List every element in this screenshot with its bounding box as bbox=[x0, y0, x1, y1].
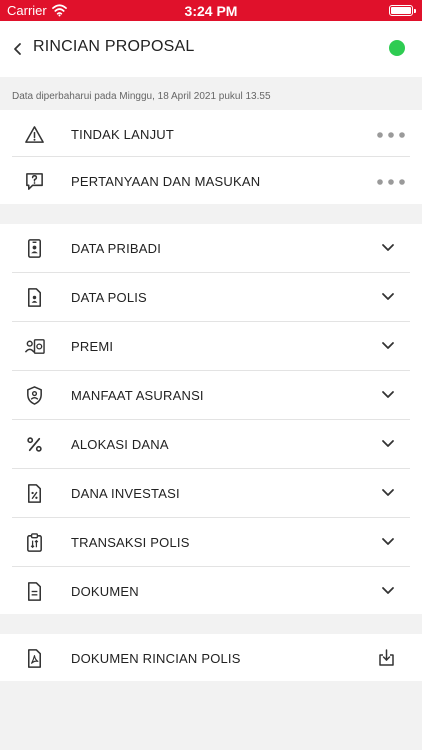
section-label: MANFAAT ASURANSI bbox=[71, 388, 204, 403]
section-manfaat-asuransi[interactable]: MANFAAT ASURANSI bbox=[0, 371, 422, 420]
chevron-down-icon[interactable] bbox=[381, 488, 395, 498]
chevron-down-icon[interactable] bbox=[381, 586, 395, 596]
chevron-down-icon[interactable] bbox=[381, 439, 395, 449]
download-group: DOKUMEN RINCIAN POLIS bbox=[0, 634, 422, 681]
download-label: DOKUMEN RINCIAN POLIS bbox=[71, 651, 241, 666]
action-items-group: TINDAK LANJUT PERTANYAAN DAN MASUKAN bbox=[0, 110, 422, 204]
percent-icon bbox=[27, 437, 42, 452]
status-indicator-dot bbox=[389, 40, 405, 56]
action-item-label: TINDAK LANJUT bbox=[71, 127, 175, 142]
last-updated-text: Data diperbaharui pada Minggu, 18 April … bbox=[12, 91, 271, 102]
more-options-icon[interactable] bbox=[377, 179, 405, 185]
question-bubble-icon bbox=[26, 173, 43, 190]
download-icon[interactable] bbox=[378, 649, 395, 667]
section-premi[interactable]: PREMI bbox=[0, 322, 422, 371]
warning-icon bbox=[25, 126, 44, 143]
back-chevron-icon[interactable] bbox=[10, 39, 26, 59]
status-time: 3:24 PM bbox=[184, 3, 238, 19]
navigation-bar: RINCIAN PROPOSAL bbox=[0, 21, 422, 77]
shield-person-icon bbox=[27, 386, 42, 405]
premium-icon bbox=[24, 339, 45, 354]
section-label: TRANSAKSI POLIS bbox=[71, 535, 190, 550]
clipboard-transaction-icon bbox=[27, 533, 42, 552]
chevron-down-icon[interactable] bbox=[381, 390, 395, 400]
pdf-icon bbox=[28, 649, 41, 668]
section-transaksi-polis[interactable]: TRANSAKSI POLIS bbox=[0, 518, 422, 567]
chevron-down-icon[interactable] bbox=[381, 243, 395, 253]
section-data-polis[interactable]: DATA POLIS bbox=[0, 273, 422, 322]
chevron-down-icon[interactable] bbox=[381, 341, 395, 351]
investment-document-icon bbox=[28, 484, 41, 503]
id-card-icon bbox=[28, 239, 41, 258]
chevron-down-icon[interactable] bbox=[381, 537, 395, 547]
section-dana-investasi[interactable]: DANA INVESTASI bbox=[0, 469, 422, 518]
section-label: PREMI bbox=[71, 339, 114, 354]
section-label: DATA PRIBADI bbox=[71, 241, 162, 256]
section-label: DATA POLIS bbox=[71, 290, 147, 305]
action-item-tindak-lanjut[interactable]: TINDAK LANJUT bbox=[0, 110, 422, 157]
section-alokasi-dana[interactable]: ALOKASI DANA bbox=[0, 420, 422, 469]
section-label: ALOKASI DANA bbox=[71, 437, 169, 452]
action-item-label: PERTANYAAN DAN MASUKAN bbox=[71, 174, 261, 189]
section-label: DOKUMEN bbox=[71, 584, 139, 599]
section-label: DANA INVESTASI bbox=[71, 486, 180, 501]
download-dokumen-rincian-polis[interactable]: DOKUMEN RINCIAN POLIS bbox=[0, 634, 422, 683]
section-data-pribadi[interactable]: DATA PRIBADI bbox=[0, 224, 422, 273]
action-item-pertanyaan[interactable]: PERTANYAAN DAN MASUKAN bbox=[0, 157, 422, 204]
sections-group: DATA PRIBADI DATA POLIS PREMI MANFAAT AS bbox=[0, 224, 422, 614]
page-title: RINCIAN PROPOSAL bbox=[33, 38, 195, 55]
chevron-down-icon[interactable] bbox=[381, 292, 395, 302]
battery-icon bbox=[389, 5, 416, 16]
more-options-icon[interactable] bbox=[377, 132, 405, 138]
section-dokumen[interactable]: DOKUMEN bbox=[0, 567, 422, 616]
policy-document-icon bbox=[28, 288, 41, 307]
document-icon bbox=[28, 582, 41, 601]
status-bar: Carrier 3:24 PM bbox=[0, 0, 422, 21]
